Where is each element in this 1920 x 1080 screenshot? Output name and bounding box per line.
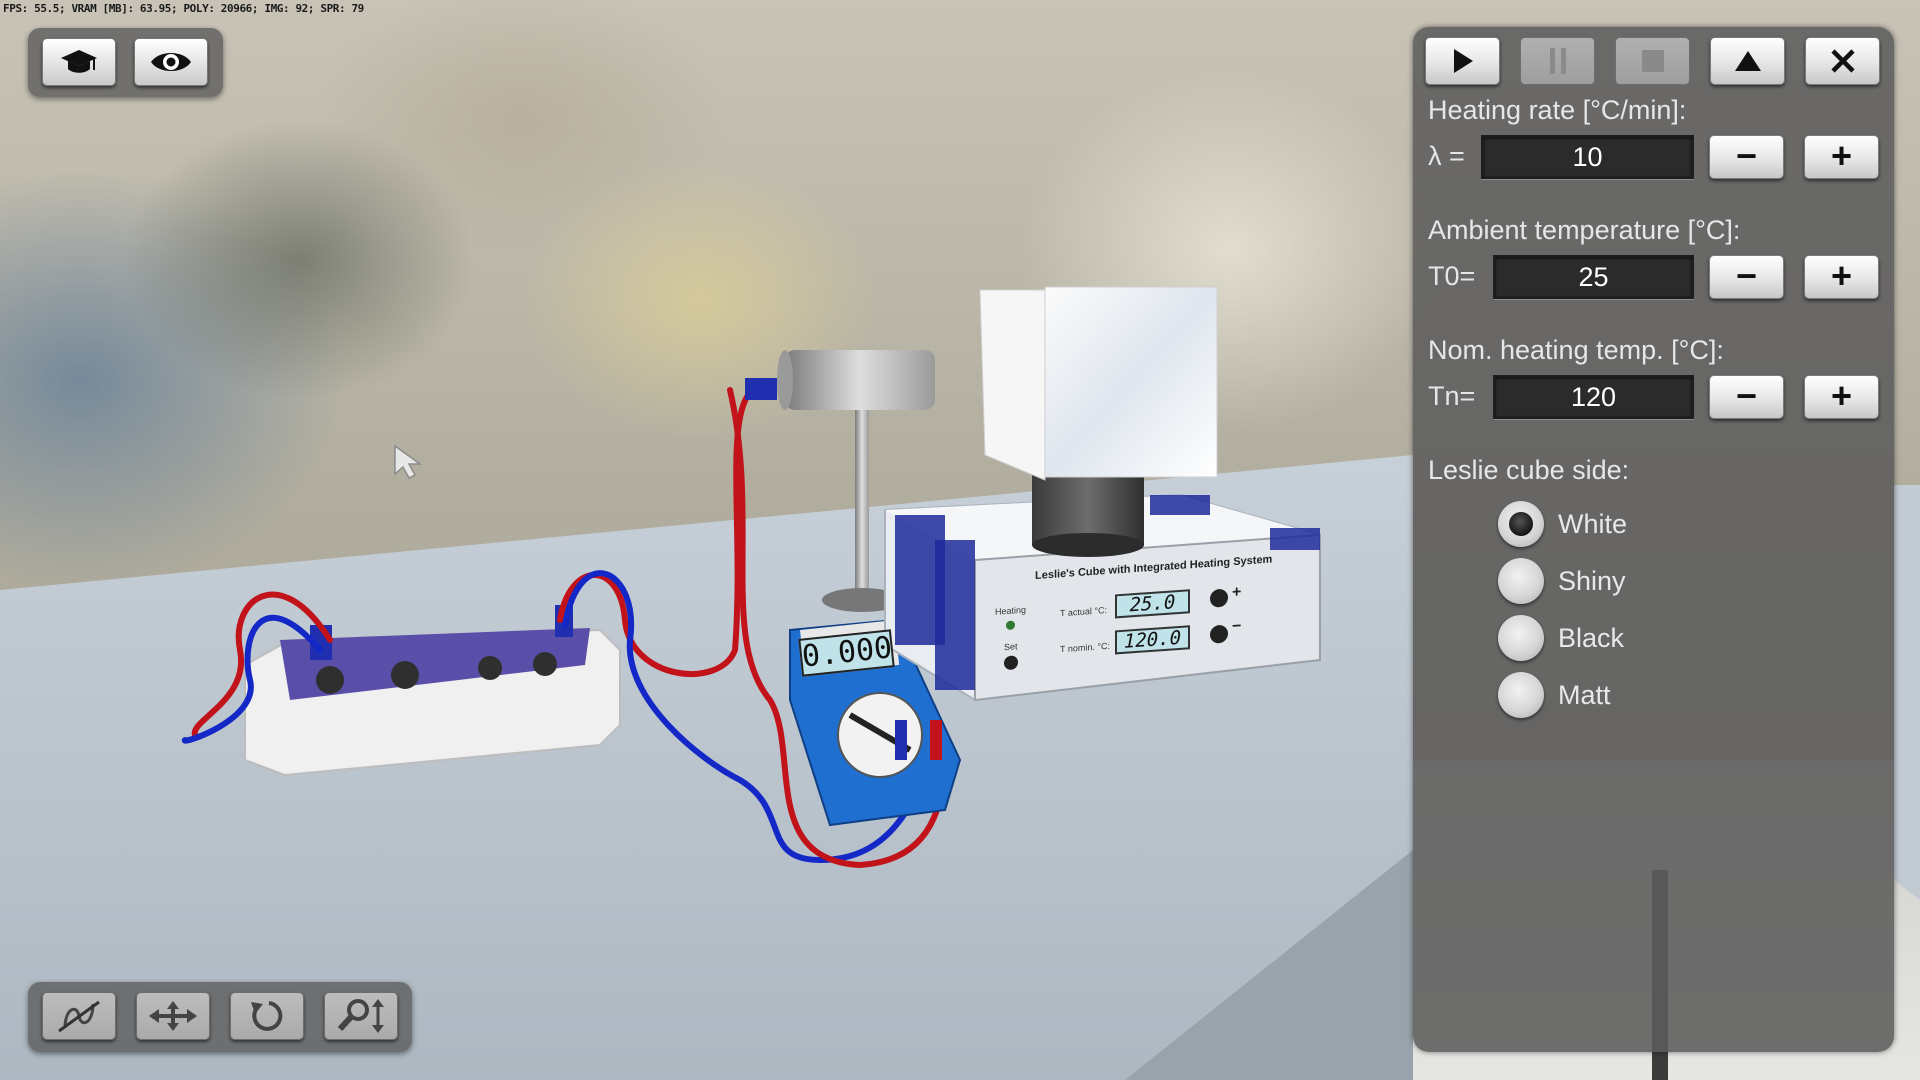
minus-knob[interactable] — [1210, 624, 1228, 644]
play-icon — [1453, 49, 1473, 73]
cube-side-label: Leslie cube side: — [1428, 455, 1630, 485]
plus-knob-label: + — [1232, 583, 1242, 602]
stop-icon — [1641, 50, 1664, 72]
play-button[interactable] — [1425, 37, 1500, 85]
nominal-var: Tn= — [1428, 381, 1476, 411]
set-button[interactable] — [1004, 655, 1018, 671]
ambient-plus-button[interactable]: + — [1804, 255, 1879, 299]
graduation-cap-icon — [61, 50, 97, 73]
radio-label-shiny: Shiny — [1558, 565, 1626, 596]
ambient-field[interactable]: 25 — [1493, 255, 1694, 299]
radio-label-white: White — [1558, 508, 1628, 539]
t-actual-label: T actual °C: — [1060, 605, 1107, 619]
nominal-label: Nom. heating temp. [°C]: — [1428, 335, 1724, 365]
mouse-cursor-icon — [394, 444, 423, 479]
close-button[interactable] — [1805, 37, 1880, 85]
minus-knob-label: − — [1232, 617, 1242, 636]
cable-toggle-icon — [58, 1000, 100, 1033]
ambient-label: Ambient temperature [°C]: — [1428, 215, 1741, 245]
rotate-icon — [251, 1001, 283, 1031]
cable-toggle-button[interactable] — [42, 992, 116, 1040]
heating-rate-plus-button[interactable]: + — [1804, 135, 1879, 179]
ambient-minus-button[interactable]: − — [1709, 255, 1784, 299]
heating-rate-var: λ = — [1428, 141, 1465, 171]
radio-button[interactable] — [1498, 672, 1544, 718]
nominal-plus-button[interactable]: + — [1804, 375, 1879, 419]
zoom-button[interactable] — [324, 992, 398, 1040]
view-toolbar — [28, 28, 223, 97]
nominal-minus-button[interactable]: − — [1709, 375, 1784, 419]
radio-button[interactable] — [1498, 558, 1544, 604]
heating-indicator-label: Heating — [995, 604, 1027, 617]
radio-white[interactable]: White — [1498, 501, 1627, 547]
radio-black[interactable]: Black — [1498, 615, 1624, 661]
simulation-controls — [1425, 37, 1880, 85]
debug-stats: FPS: 55.5; VRAM [MB]: 63.95; POLY: 20966… — [3, 2, 364, 15]
collapse-up-icon — [1734, 51, 1761, 71]
theory-button[interactable] — [42, 38, 116, 86]
eye-icon — [151, 53, 191, 71]
move-icon — [149, 1001, 197, 1031]
t-nomin-display: 120.0 — [1115, 625, 1190, 655]
close-icon — [1830, 49, 1855, 73]
radio-label-black: Black — [1558, 622, 1625, 653]
rotate-button[interactable] — [230, 992, 304, 1040]
radio-button[interactable] — [1498, 615, 1544, 661]
t-actual-display: 25.0 — [1115, 589, 1190, 619]
heater-front-panel: Leslie's Cube with Integrated Heating Sy… — [980, 548, 1320, 712]
zoom-icon — [337, 999, 384, 1033]
view-button[interactable] — [134, 38, 208, 86]
pause-button[interactable] — [1520, 37, 1595, 85]
nominal-field[interactable]: 120 — [1493, 375, 1694, 419]
ambient-var: T0= — [1428, 261, 1476, 291]
plus-knob[interactable] — [1210, 588, 1228, 608]
camera-toolbar — [28, 982, 412, 1052]
t-nomin-label: T nomin. °C: — [1060, 640, 1110, 655]
table-top-right — [1894, 485, 1920, 900]
stop-button[interactable] — [1615, 37, 1690, 85]
control-panel: Heating rate [°C/min]: λ = 10 − + Ambien… — [1413, 27, 1894, 1052]
radio-shiny[interactable]: Shiny — [1498, 558, 1626, 604]
move-button[interactable] — [136, 992, 210, 1040]
radio-label-matt: Matt — [1558, 679, 1611, 710]
heating-rate-label: Heating rate [°C/min]: — [1428, 95, 1687, 125]
collapse-button[interactable] — [1710, 37, 1785, 85]
heating-rate-minus-button[interactable]: − — [1709, 135, 1784, 179]
radio-button-selected[interactable] — [1498, 501, 1544, 547]
radio-matt[interactable]: Matt — [1498, 672, 1611, 718]
set-label: Set — [1004, 641, 1018, 653]
heating-rate-field[interactable]: 10 — [1481, 135, 1694, 179]
heating-led — [1006, 620, 1015, 631]
pause-icon — [1549, 48, 1566, 74]
